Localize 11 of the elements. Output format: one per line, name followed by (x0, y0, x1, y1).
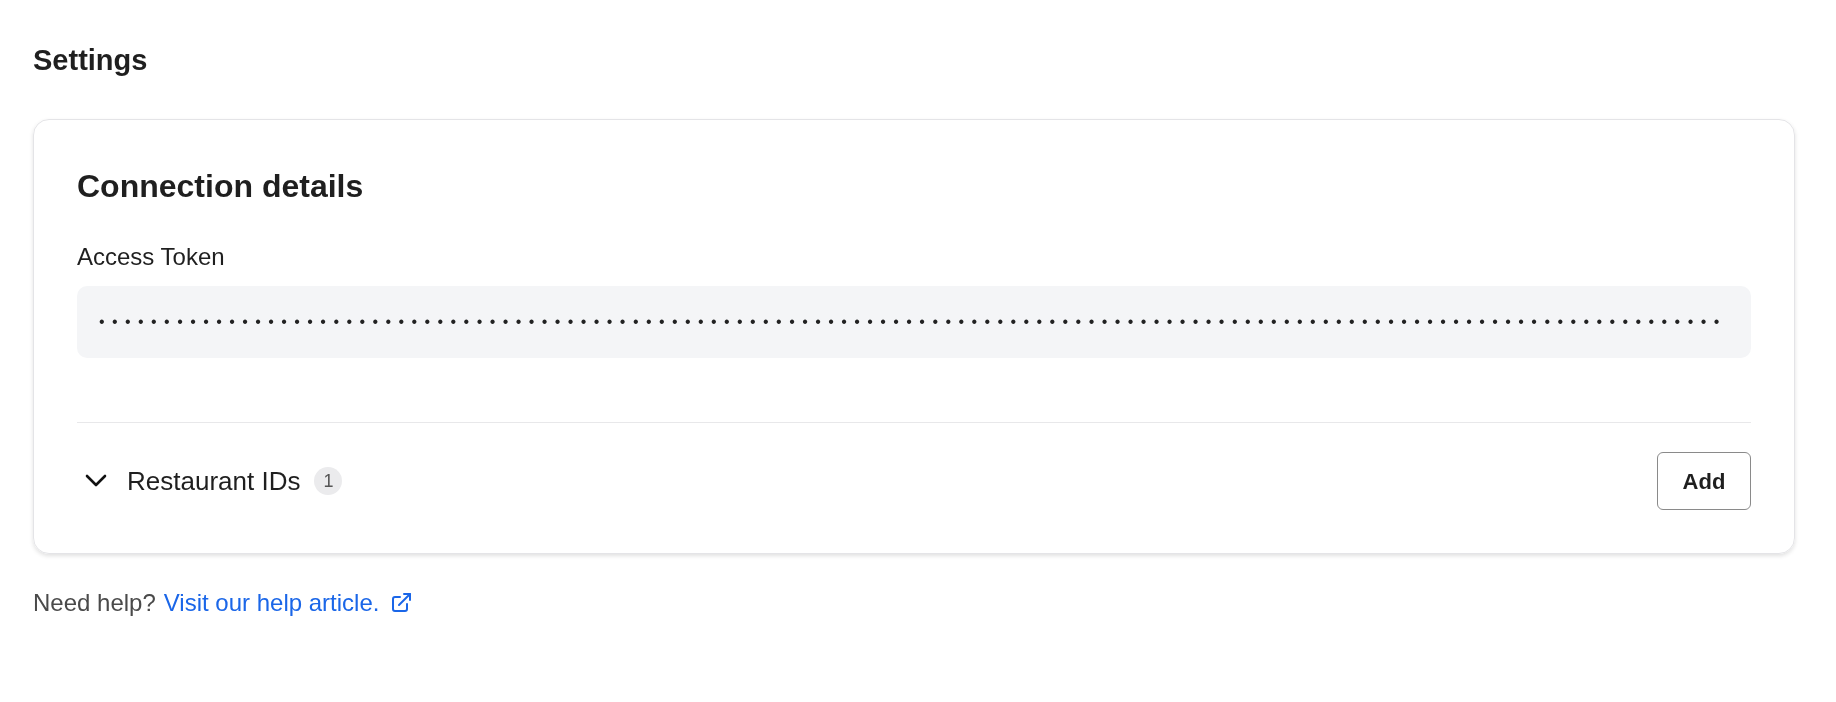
section-toggle[interactable]: Restaurant IDs (77, 464, 301, 498)
add-button[interactable]: Add (1657, 452, 1751, 510)
card-title: Connection details (77, 167, 364, 206)
external-link-icon (389, 591, 414, 615)
chevron-icon (85, 474, 107, 488)
page-title: Settings (33, 43, 148, 78)
help-link[interactable]: Visit our help article. (163, 587, 414, 619)
help-text: Need help? (33, 588, 156, 618)
field-label: Access Token (77, 243, 225, 270)
token-field[interactable]: ••••••••••••••••••••••••••••••••••••••••••••••••••••••••••••••••••••••••••••••••••••••••••••••••••••••••••••••••••••••••••••• (77, 286, 1751, 358)
count-badge: 1 (314, 467, 343, 495)
